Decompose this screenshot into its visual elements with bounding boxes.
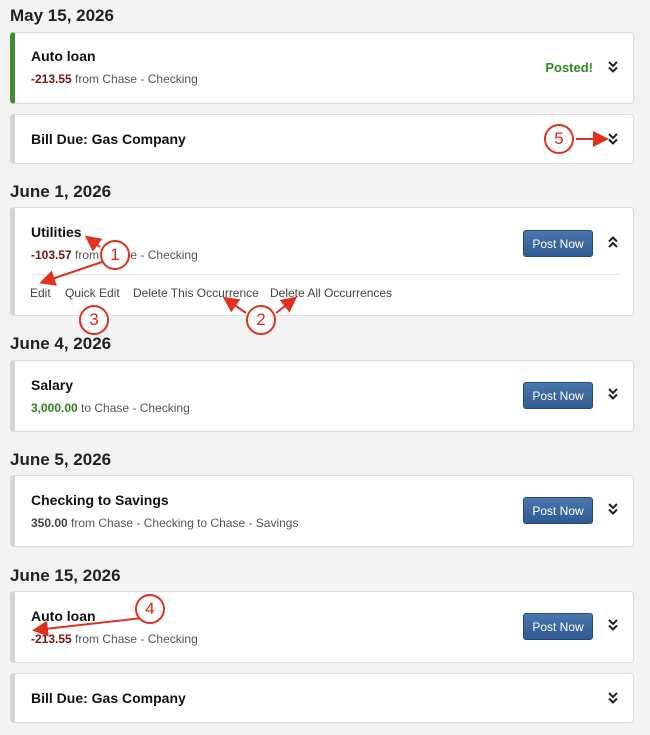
transaction-title: Auto loan bbox=[31, 48, 96, 64]
annotation-callout: 4 bbox=[135, 594, 165, 624]
transaction-subtitle: -213.55 from Chase - Checking bbox=[31, 632, 198, 646]
annotation-callout: 5 bbox=[544, 124, 574, 154]
transaction-detail: from Chase - Checking bbox=[71, 248, 198, 262]
transaction-card-checking-to-savings[interactable]: Checking to Savings 350.00 from Chase - … bbox=[10, 475, 634, 547]
post-now-button[interactable]: Post Now bbox=[523, 497, 593, 524]
annotation-callout: 2 bbox=[246, 305, 276, 335]
divider bbox=[31, 274, 621, 275]
quick-edit-link[interactable]: Quick Edit bbox=[65, 286, 120, 300]
delete-this-occurrence-link[interactable]: Delete This Occurrence bbox=[133, 286, 259, 300]
chevron-double-down-icon[interactable] bbox=[607, 618, 621, 634]
transaction-subtitle: 3,000.00 to Chase - Checking bbox=[31, 401, 190, 415]
transaction-title: Utilities bbox=[31, 224, 82, 240]
chevron-double-up-icon[interactable] bbox=[607, 235, 621, 251]
post-now-button[interactable]: Post Now bbox=[523, 613, 593, 640]
transaction-title: Bill Due: Gas Company bbox=[31, 131, 186, 147]
transaction-amount: -213.55 bbox=[31, 632, 72, 646]
date-heading: June 1, 2026 bbox=[10, 182, 112, 201]
transaction-detail: from Chase - Checking bbox=[71, 632, 198, 646]
transaction-title: Salary bbox=[31, 377, 74, 393]
transaction-card-auto-loan-posted[interactable]: Auto loan -213.55 from Chase - Checking … bbox=[10, 32, 634, 104]
annotation-callout: 3 bbox=[79, 305, 109, 335]
transaction-card-bill-due[interactable]: Bill Due: Gas Company bbox=[10, 114, 634, 164]
date-heading: May 15, 2026 bbox=[10, 6, 114, 25]
transaction-detail: to Chase - Checking bbox=[77, 401, 190, 415]
post-now-button[interactable]: Post Now bbox=[523, 382, 593, 409]
transaction-subtitle: 350.00 from Chase - Checking to Chase - … bbox=[31, 516, 298, 530]
post-now-button[interactable]: Post Now bbox=[523, 230, 593, 257]
transaction-detail: from Chase - Checking bbox=[71, 72, 198, 86]
transaction-title: Auto loan bbox=[31, 608, 96, 624]
delete-all-occurrences-link[interactable]: Delete All Occurrences bbox=[270, 286, 392, 300]
date-heading: June 4, 2026 bbox=[10, 334, 112, 353]
chevron-double-down-icon[interactable] bbox=[607, 691, 621, 707]
transaction-amount: -103.57 bbox=[31, 248, 72, 262]
chevron-double-down-icon[interactable] bbox=[607, 502, 621, 518]
transaction-card-bill-due[interactable]: Bill Due: Gas Company bbox=[10, 673, 634, 723]
chevron-double-down-icon[interactable] bbox=[607, 60, 621, 76]
date-heading: June 5, 2026 bbox=[10, 450, 112, 469]
edit-link[interactable]: Edit bbox=[30, 286, 51, 300]
transaction-card-auto-loan[interactable]: Auto loan -213.55 from Chase - Checking … bbox=[10, 591, 634, 663]
transaction-amount: 3,000.00 bbox=[31, 401, 78, 415]
transaction-amount: 350.00 bbox=[31, 516, 68, 530]
transaction-detail: from Chase - Checking to Chase - Savings bbox=[67, 516, 299, 530]
annotation-callout: 1 bbox=[100, 240, 130, 270]
transaction-title: Bill Due: Gas Company bbox=[31, 690, 186, 706]
transaction-amount: -213.55 bbox=[31, 72, 72, 86]
posted-status: Posted! bbox=[545, 60, 593, 75]
chevron-double-down-icon[interactable] bbox=[607, 387, 621, 403]
transaction-subtitle: -213.55 from Chase - Checking bbox=[31, 72, 198, 86]
transaction-card-salary[interactable]: Salary 3,000.00 to Chase - Checking Post… bbox=[10, 360, 634, 432]
date-heading: June 15, 2026 bbox=[10, 566, 121, 585]
transaction-title: Checking to Savings bbox=[31, 492, 169, 508]
chevron-double-down-icon[interactable] bbox=[607, 132, 621, 148]
